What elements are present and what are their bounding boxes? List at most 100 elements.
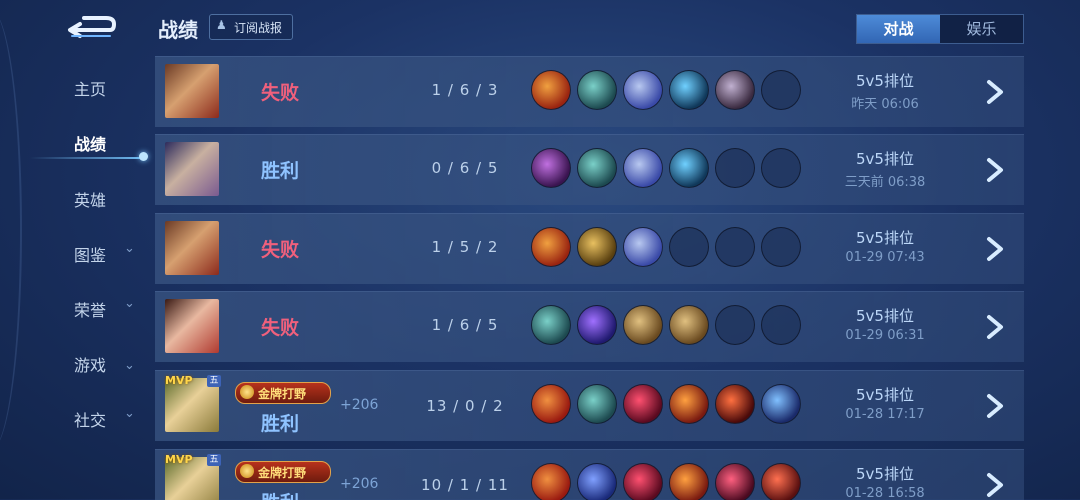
nav-label: 图鉴 (74, 246, 107, 265)
item-armor-icon (577, 463, 617, 500)
mode-tabs: 对战 娱乐 (856, 14, 1024, 44)
match-time: 01-29 06:31 (845, 328, 925, 343)
badge-label: 金牌打野 (258, 387, 307, 401)
hero-avatar (165, 64, 219, 118)
match-time: 01-28 16:58 (845, 486, 925, 500)
kda-text: 0 / 6 / 5 (431, 159, 499, 177)
match-time: 01-28 17:17 (845, 407, 925, 422)
kda-text: 1 / 6 / 5 (431, 316, 499, 334)
gold-jungler-badge: 金牌打野 (235, 461, 331, 483)
medal-icon (240, 464, 254, 478)
item-boots-icon (577, 148, 617, 188)
nav-item-heroes[interactable]: 英雄 (0, 177, 150, 217)
tab-battle[interactable]: 对战 (857, 15, 940, 43)
match-row[interactable]: 失败 1 / 6 / 3 5v5排位 昨天 06:06 (155, 56, 1024, 127)
match-mode: 5v5排位 (856, 465, 914, 483)
match-time: 昨天 06:06 (851, 97, 919, 112)
item-boots-icon (577, 227, 617, 267)
nav-label: 主页 (74, 80, 107, 99)
chevron-right-icon[interactable] (983, 78, 1007, 106)
item-orb-icon (577, 305, 617, 345)
item-spear-icon (761, 384, 801, 424)
chevron-right-icon[interactable] (983, 313, 1007, 341)
match-mode: 5v5排位 (856, 72, 914, 90)
item-sword-icon (531, 227, 571, 267)
item-bow-icon (623, 227, 663, 267)
chevron-right-icon[interactable] (983, 156, 1007, 184)
match-result: 失败 (261, 317, 300, 339)
match-row[interactable]: 失败 1 / 5 / 2 5v5排位 01-29 07:43 (155, 213, 1024, 284)
rank-badge: 五 (207, 454, 221, 466)
nav-item-home[interactable]: 主页 (0, 66, 150, 106)
match-time: 三天前 06:38 (844, 175, 926, 190)
back-button[interactable] (66, 10, 117, 42)
item-blade-icon (669, 384, 709, 424)
kda-text: 10 / 1 / 11 (421, 476, 509, 494)
chevron-down-icon: ⌄ (124, 296, 135, 311)
subscribe-report-button[interactable]: ♟ 订阅战报 (209, 14, 293, 40)
chevron-down-icon: ⌄ (124, 406, 135, 421)
medal-icon (240, 385, 254, 399)
match-mode: 5v5排位 (856, 229, 914, 247)
nav-item-game[interactable]: 游戏 ⌄ (0, 342, 150, 382)
hero-avatar (165, 142, 219, 196)
item-bow-icon (623, 70, 663, 110)
item-book-icon (623, 305, 663, 345)
chevron-down-icon: ⌄ (124, 358, 135, 373)
back-arrow-icon (68, 16, 117, 38)
nav-item-record[interactable]: 战绩 (0, 121, 150, 161)
hero-avatar (165, 299, 219, 353)
item-axe-icon (531, 384, 571, 424)
active-indicator-line (30, 157, 140, 159)
match-time: 01-29 07:43 (845, 250, 925, 265)
item-claw-icon (715, 463, 755, 500)
mvp-label: MVP (165, 374, 193, 387)
subscribe-label: 订阅战报 (234, 21, 283, 35)
item-book-icon (669, 305, 709, 345)
match-row[interactable]: MVP 五 金牌打野 胜利 +206 10 / 1 / 11 5v5排位 01-… (155, 449, 1024, 500)
match-result: 失败 (261, 82, 300, 104)
match-result: 失败 (261, 239, 300, 261)
match-row[interactable]: 胜利 0 / 6 / 5 5v5排位 三天前 06:38 (155, 134, 1024, 205)
item-slot-empty (715, 305, 755, 345)
chevron-right-icon[interactable] (983, 392, 1007, 420)
match-row[interactable]: 失败 1 / 6 / 5 5v5排位 01-29 06:31 (155, 291, 1024, 362)
chevron-right-icon[interactable] (983, 471, 1007, 499)
nav-label: 荣誉 (74, 301, 107, 320)
page-title: 战绩 (158, 18, 198, 42)
kda-text: 1 / 6 / 3 (431, 81, 499, 99)
item-shield-icon (669, 148, 709, 188)
nav-item-codex[interactable]: 图鉴 ⌄ (0, 232, 150, 272)
item-slot-empty (715, 227, 755, 267)
subscribe-icon: ♟ (216, 18, 227, 32)
badge-label: 金牌打野 (258, 466, 307, 480)
kda-text: 13 / 0 / 2 (426, 397, 504, 415)
rank-badge: 五 (207, 375, 221, 387)
item-blade-icon (531, 148, 571, 188)
tab-entertainment[interactable]: 娱乐 (940, 15, 1023, 43)
item-boots-icon (577, 70, 617, 110)
item-spear-icon (715, 70, 755, 110)
item-helm-icon (623, 384, 663, 424)
kda-text: 1 / 5 / 2 (431, 238, 499, 256)
chevron-right-icon[interactable] (983, 235, 1007, 263)
match-result: 胜利 (261, 160, 300, 182)
mvp-label: MVP (165, 453, 193, 466)
item-slot-empty (669, 227, 709, 267)
hero-avatar (165, 221, 219, 275)
nav-item-honor[interactable]: 荣誉 ⌄ (0, 287, 150, 327)
item-slot-empty (761, 70, 801, 110)
nav-label: 英雄 (74, 191, 107, 210)
match-row[interactable]: MVP 五 金牌打野 胜利 +206 13 / 0 / 2 5v5排位 01-2… (155, 370, 1024, 441)
match-result: 胜利 (261, 413, 300, 435)
item-slot-empty (761, 227, 801, 267)
item-bow-icon (623, 148, 663, 188)
item-claw-icon (715, 384, 755, 424)
points-gain: +206 (340, 397, 379, 413)
item-slot-empty (715, 148, 755, 188)
item-boots-icon (577, 384, 617, 424)
nav-item-social[interactable]: 社交 ⌄ (0, 397, 150, 437)
active-indicator-dot (139, 152, 148, 161)
item-spear-icon (761, 463, 801, 500)
nav-label: 战绩 (74, 135, 107, 154)
